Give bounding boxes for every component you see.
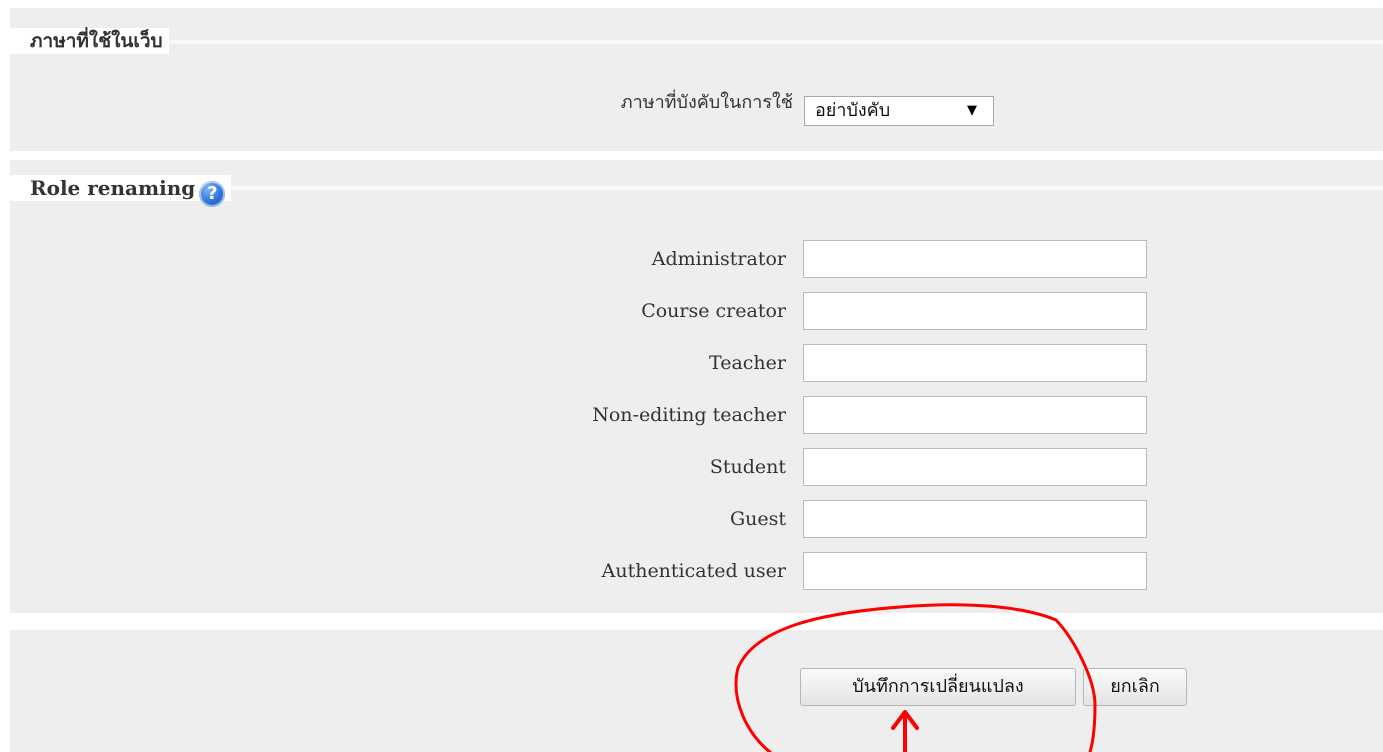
role-label: Teacher (709, 352, 786, 374)
role-rename-input[interactable] (803, 344, 1147, 382)
force-language-label: ภาษาที่บังคับในการใช้ (620, 92, 793, 113)
language-section-legend[interactable]: ภาษาที่ใช้ในเว็บ (0, 28, 169, 54)
role-label: Authenticated user (601, 560, 786, 582)
legend-divider (10, 40, 1383, 44)
language-fieldset: ภาษาที่ใช้ในเว็บ (0, 8, 1383, 151)
save-changes-label: บันทึกการเปลี่ยนแปลง (852, 676, 1024, 697)
role-renaming-title: Role renaming (30, 176, 196, 200)
course-settings-page: ภาษาที่ใช้ในเว็บ ภาษาที่บังคับในการใช้ อ… (0, 0, 1383, 752)
role-rename-input[interactable] (803, 552, 1147, 590)
role-renaming-legend[interactable]: Role renaming? (0, 175, 232, 207)
role-label: Non-editing teacher (592, 404, 786, 426)
cancel-button[interactable]: ยกเลิก (1083, 668, 1187, 706)
force-language-selected-value: อย่าบังคับ (815, 100, 891, 121)
role-label: Guest (729, 508, 786, 530)
role-rename-input[interactable] (803, 240, 1147, 278)
force-language-row: ภาษาที่บังคับในการใช้ (300, 84, 793, 122)
role-rename-input[interactable] (803, 396, 1147, 434)
force-language-select[interactable]: อย่าบังคับ ▼ (804, 96, 994, 126)
role-rename-input[interactable] (803, 500, 1147, 538)
role-label: Administrator (651, 248, 786, 270)
cancel-label: ยกเลิก (1110, 676, 1160, 697)
role-renaming-fieldset: Role renaming? (0, 160, 1383, 613)
dropdown-arrow-icon: ▼ (967, 103, 977, 118)
language-section-title: ภาษาที่ใช้ในเว็บ (30, 30, 163, 52)
role-label: Student (709, 456, 786, 478)
role-rename-input[interactable] (803, 448, 1147, 486)
role-rename-input[interactable] (803, 292, 1147, 330)
role-label: Course creator (641, 300, 786, 322)
help-icon[interactable]: ? (199, 181, 226, 207)
save-changes-button[interactable]: บันทึกการเปลี่ยนแปลง (800, 668, 1076, 706)
